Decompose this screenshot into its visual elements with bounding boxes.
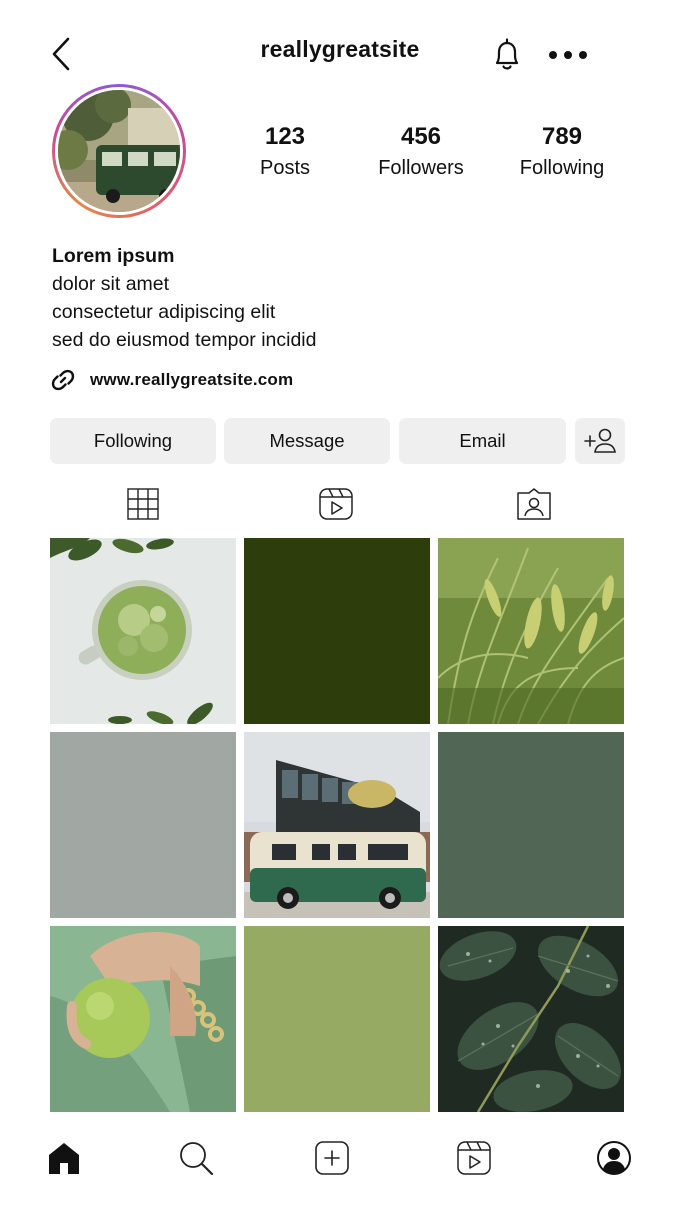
color-swatch (50, 732, 236, 918)
home-icon (49, 1143, 79, 1174)
add-user-icon (584, 428, 616, 453)
more-dot-icon (579, 51, 587, 59)
nav-add-post[interactable] (310, 1136, 354, 1180)
nav-search[interactable] (174, 1136, 218, 1180)
tab-tagged[interactable] (514, 484, 554, 524)
bio-line: consectetur adipiscing elit (52, 301, 276, 323)
add-post-icon (315, 1141, 349, 1175)
color-swatch (244, 926, 430, 1112)
more-dot-icon (549, 51, 557, 59)
email-button[interactable]: Email (399, 418, 566, 464)
notifications-button[interactable] (488, 36, 526, 74)
avatar[interactable] (52, 84, 186, 218)
bell-icon (495, 38, 519, 70)
nav-reels[interactable] (452, 1136, 496, 1180)
reels-icon (457, 1141, 491, 1175)
post-apple-photo[interactable] (50, 926, 236, 1112)
post-color-dark-green[interactable] (244, 538, 430, 724)
search-icon (180, 1142, 214, 1176)
more-dot-icon (564, 51, 572, 59)
nav-profile[interactable] (592, 1136, 636, 1180)
stat-following-value: 789 (541, 123, 583, 150)
bio-line: dolor sit amet (52, 273, 170, 295)
post-leaves-photo[interactable] (438, 926, 624, 1112)
tagged-icon (517, 488, 551, 520)
profile-icon (597, 1141, 631, 1175)
tab-reels[interactable] (316, 484, 356, 524)
stat-posts[interactable]: 123 Posts (215, 122, 355, 181)
post-matcha-photo[interactable] (50, 538, 236, 724)
content-tabs (0, 484, 680, 526)
grid-icon (127, 488, 159, 520)
bottom-navigation (0, 1130, 680, 1190)
profile-bio: Lorem ipsum dolor sit amet consectetur a… (52, 242, 316, 354)
stat-followers-value: 456 (400, 123, 442, 150)
following-button[interactable]: Following (50, 418, 216, 464)
color-swatch (244, 538, 430, 724)
post-color-slate-green[interactable] (438, 732, 624, 918)
bio-line: sed do eiusmod tempor incidid (52, 329, 317, 351)
avatar-photo (58, 90, 180, 212)
stat-following[interactable]: 789 Following (492, 122, 632, 181)
color-swatch (438, 732, 624, 918)
stat-posts-value: 123 (264, 123, 306, 150)
stat-followers-label: Followers (378, 157, 464, 179)
profile-link-url[interactable]: www.reallygreatsite.com (90, 370, 293, 390)
stat-posts-label: Posts (259, 157, 311, 179)
add-user-button[interactable] (575, 418, 625, 464)
post-wheat-photo[interactable] (438, 538, 624, 724)
bio-name: Lorem ipsum (52, 245, 175, 267)
reels-icon (319, 488, 353, 520)
message-button[interactable]: Message (224, 418, 390, 464)
more-options-button[interactable] (544, 44, 592, 66)
post-color-grey[interactable] (50, 732, 236, 918)
post-van-photo[interactable] (244, 732, 430, 918)
profile-link[interactable]: www.reallygreatsite.com (50, 367, 293, 393)
stat-followers[interactable]: 456 Followers (351, 122, 491, 181)
stat-following-label: Following (519, 157, 605, 179)
post-color-sage[interactable] (244, 926, 430, 1112)
link-icon (51, 369, 75, 391)
nav-home[interactable] (42, 1136, 86, 1180)
tab-grid[interactable] (123, 484, 163, 524)
